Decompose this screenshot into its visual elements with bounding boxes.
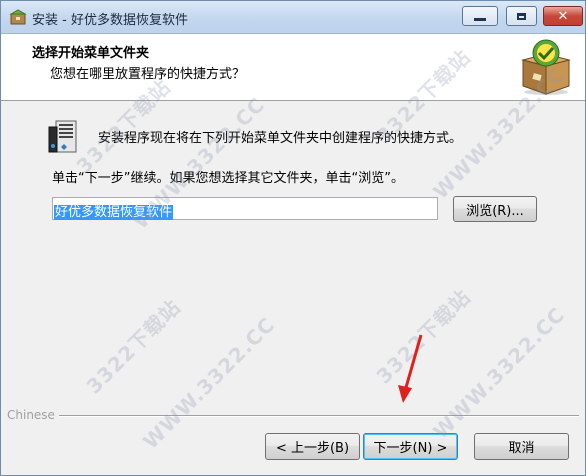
red-arrow-annotation [398,334,423,403]
close-button[interactable]: ✕ [543,6,583,26]
installer-window: 安装 - 好优多数据恢复软件 ✕ 选择开始菜单文件夹 您想在哪里放置程序的快捷方… [0,0,586,476]
minimize-button[interactable] [462,6,498,26]
close-icon: ✕ [557,8,569,24]
instruction-text: 单击“下一步”继续。如果您想选择其它文件夹，单击“浏览”。 [52,171,404,186]
app-box-icon [9,9,27,25]
computer-setup-icon [48,120,77,153]
page-title: 选择开始菜单文件夹 [32,46,150,61]
wizard-header: 选择开始菜单文件夹 您想在哪里放置程序的快捷方式？ [1,34,585,101]
footer-divider [59,415,579,417]
minimize-icon [463,7,497,25]
window-title: 安装 - 好优多数据恢复软件 [32,13,188,28]
cancel-button[interactable]: 取消 [474,433,569,460]
maximize-icon [507,7,536,25]
browse-button[interactable]: 浏览(R)... [453,196,537,222]
maximize-button[interactable] [506,6,537,26]
back-button[interactable]: < 上一步(B) [265,433,360,460]
language-label: Chinese [7,408,55,422]
start-menu-folder-input[interactable]: 好优多数据恢复软件 [52,197,438,220]
title-bar[interactable]: 安装 - 好优多数据恢复软件 ✕ [1,1,585,34]
